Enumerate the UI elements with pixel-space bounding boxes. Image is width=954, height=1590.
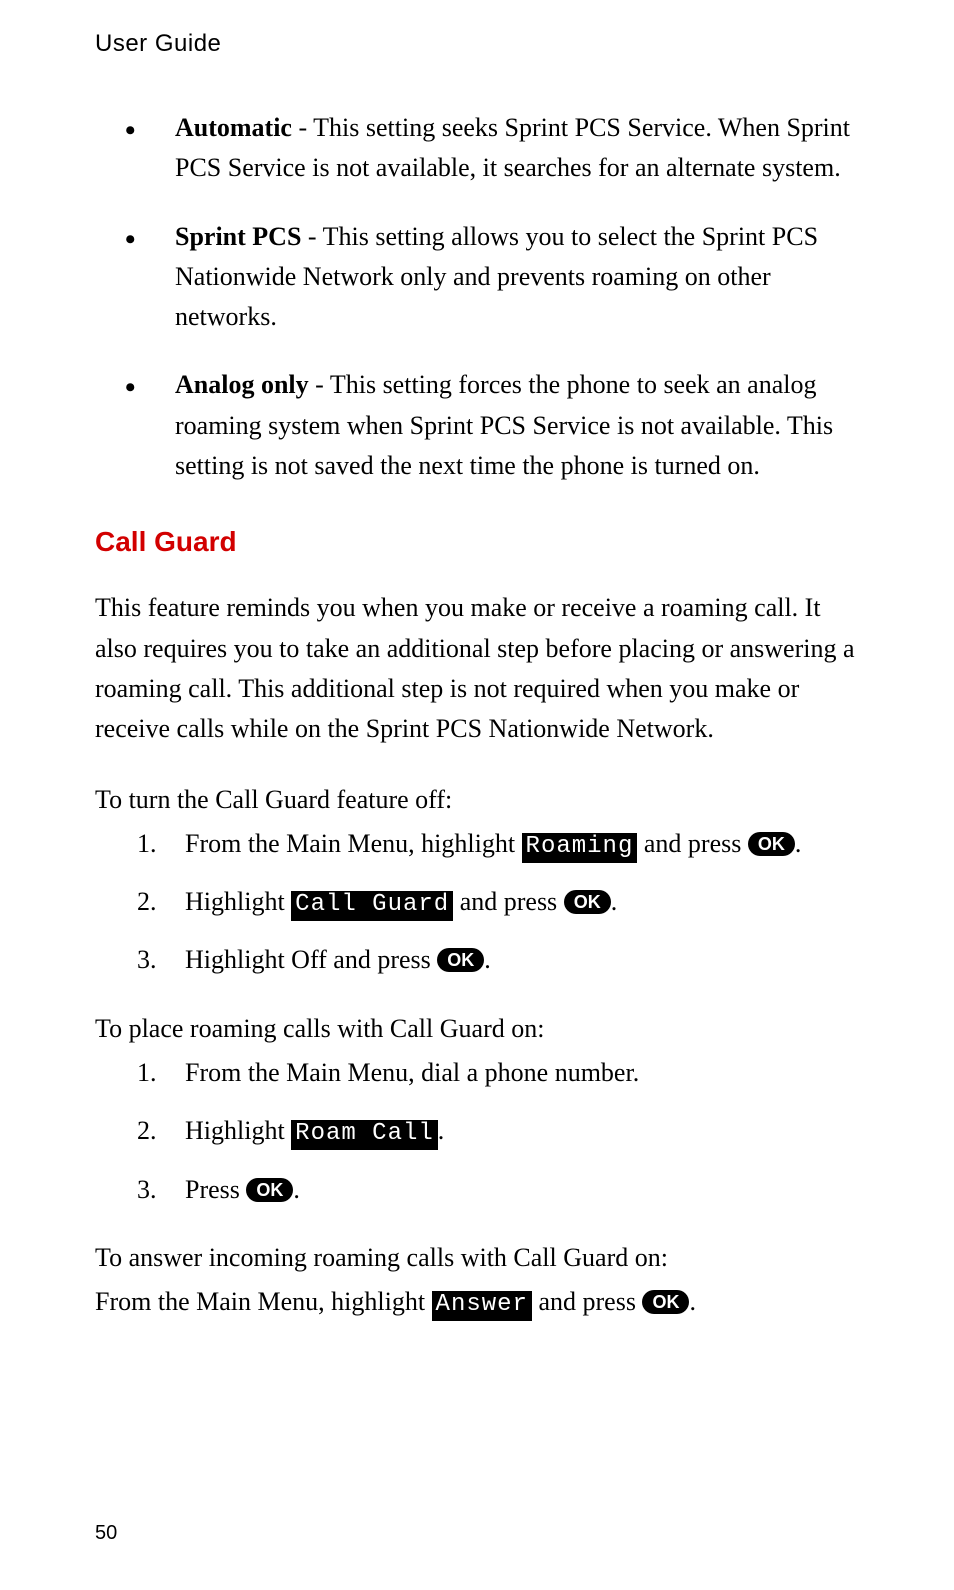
step-text: . (293, 1175, 300, 1204)
page-header: User Guide (95, 30, 859, 58)
procedure1-intro: To turn the Call Guard feature off: (95, 780, 859, 820)
procedure1-list: From the Main Menu, highlight Roaming an… (137, 824, 859, 981)
procedure1-step1: From the Main Menu, highlight Roaming an… (137, 824, 859, 864)
procedure3-intro: To answer incoming roaming calls with Ca… (95, 1238, 859, 1278)
term-sprint-pcs: Sprint PCS (175, 222, 301, 251)
step-text: Highlight (185, 1116, 291, 1145)
step-text: and press (532, 1287, 642, 1316)
step-text: From the Main Menu, highlight (95, 1287, 432, 1316)
procedure2-list: From the Main Menu, dial a phone number.… (137, 1053, 859, 1210)
procedure1-step3: Highlight Off and press OK. (137, 940, 859, 980)
page-number: 50 (95, 1522, 117, 1545)
step-text: . (438, 1116, 445, 1145)
ok-button-icon: OK (748, 832, 795, 856)
step-text: . (795, 829, 802, 858)
procedure2-step3: Press OK. (137, 1170, 859, 1210)
menu-item-roam-call: Roam Call (291, 1120, 438, 1150)
procedure3-line: From the Main Menu, highlight Answer and… (95, 1282, 859, 1322)
menu-item-answer: Answer (432, 1291, 532, 1321)
step-text: and press (453, 887, 563, 916)
step-text: Highlight (185, 887, 291, 916)
procedure2-step2: Highlight Roam Call. (137, 1111, 859, 1151)
ok-button-icon: OK (437, 948, 484, 972)
ok-button-icon: OK (564, 890, 611, 914)
menu-item-roaming: Roaming (522, 833, 638, 863)
procedure1-step2: Highlight Call Guard and press OK. (137, 882, 859, 922)
step-text: . (484, 945, 491, 974)
procedure2-intro: To place roaming calls with Call Guard o… (95, 1009, 859, 1049)
call-guard-description: This feature reminds you when you make o… (95, 588, 859, 749)
section-heading-call-guard: Call Guard (95, 526, 859, 558)
bullet-item-automatic: Automatic - This setting seeks Sprint PC… (125, 108, 859, 189)
bullet-item-analog-only: Analog only - This setting forces the ph… (125, 365, 859, 486)
ok-button-icon: OK (246, 1178, 293, 1202)
term-automatic: Automatic (175, 113, 292, 142)
settings-bullet-list: Automatic - This setting seeks Sprint PC… (125, 108, 859, 486)
bullet-item-sprint-pcs: Sprint PCS - This setting allows you to … (125, 217, 859, 338)
step-text: From the Main Menu, highlight (185, 829, 522, 858)
ok-button-icon: OK (642, 1290, 689, 1314)
step-text: . (689, 1287, 696, 1316)
term-analog-only: Analog only (175, 370, 309, 399)
step-text: and press (637, 829, 747, 858)
menu-item-call-guard: Call Guard (291, 891, 453, 921)
step-text: Highlight Off and press (185, 945, 437, 974)
step-text: Press (185, 1175, 246, 1204)
step-text: From the Main Menu, dial a phone number. (185, 1058, 639, 1087)
procedure2-step1: From the Main Menu, dial a phone number. (137, 1053, 859, 1093)
step-text: . (611, 887, 618, 916)
